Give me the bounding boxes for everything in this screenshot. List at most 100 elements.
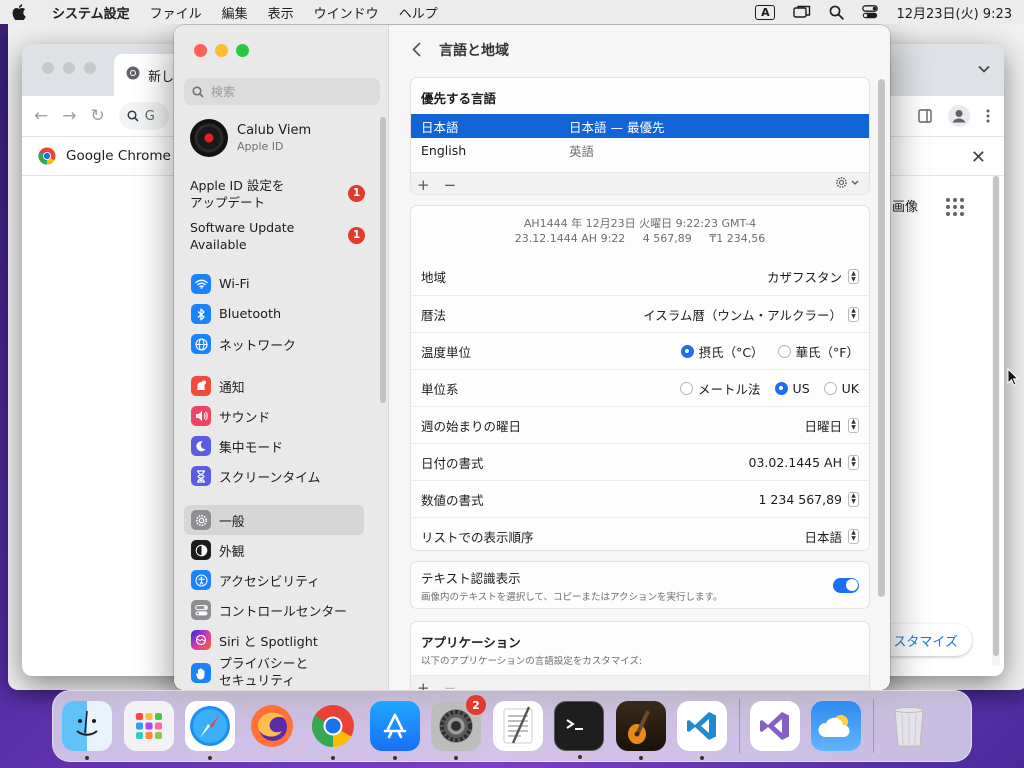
radio-label: UK [841, 380, 859, 396]
menu-help[interactable]: ヘルプ [389, 3, 448, 22]
zoom-button[interactable] [236, 44, 249, 57]
language-row-english[interactable]: English 英語 [411, 138, 869, 162]
minimize-button[interactable] [215, 44, 228, 57]
forward-arrow-icon[interactable]: → [62, 106, 76, 126]
sidebar-item-label: Siri と Spotlight [219, 634, 318, 650]
visual-studio-icon[interactable] [749, 701, 800, 751]
remove-application-button[interactable]: − [444, 679, 457, 691]
radio-indicator [823, 381, 837, 395]
input-source-indicator[interactable]: A [755, 4, 776, 20]
firefox-icon[interactable] [247, 701, 297, 751]
menu-view[interactable]: 表示 [258, 3, 304, 22]
add-application-button[interactable]: + [417, 679, 430, 691]
safari-icon[interactable] [185, 701, 235, 760]
dock: 2 [52, 690, 972, 762]
applications-card: アプリケーション 以下のアプリケーションの言語設定をカスタマイズ: + − [410, 621, 870, 690]
sidebar-item-screen-time[interactable]: スクリーンタイム [184, 461, 364, 491]
sidebar-item-bluetooth[interactable]: Bluetooth [184, 299, 364, 329]
vscode-icon[interactable] [677, 701, 727, 760]
radio-label: 華氏（°F） [795, 344, 859, 360]
control-center-icon[interactable] [862, 5, 879, 19]
sidebar-item-network[interactable]: ネットワーク [184, 329, 364, 359]
sidebar-item-label: 通知 [219, 380, 245, 396]
menu-app-name[interactable]: システム設定 [42, 3, 140, 22]
list-sort-value: 日本語 [804, 529, 842, 545]
chevron-down-icon[interactable] [978, 62, 990, 77]
metric-radio[interactable]: メートル法 [680, 379, 761, 398]
apple-id-account[interactable]: Calub Viem Apple ID [190, 119, 311, 157]
more-vert-icon[interactable] [986, 109, 990, 123]
omnibox[interactable]: G [118, 102, 169, 130]
live-text-label: テキスト認識表示 [421, 570, 521, 586]
garageband-icon[interactable] [615, 701, 666, 760]
up-down-chevron-icon: ▲ ▼ [848, 454, 859, 470]
close-button[interactable] [194, 44, 207, 57]
notification-badge: 1 [348, 227, 365, 244]
dock-separator [872, 699, 874, 753]
back-arrow-icon[interactable]: ← [34, 106, 48, 126]
uk-radio[interactable]: UK [823, 380, 859, 396]
apple-id-update-notice[interactable]: Apple ID 設定を アップデート 1 [190, 177, 365, 211]
sidebar-scrollbar[interactable] [380, 117, 386, 403]
trash-icon[interactable] [884, 701, 934, 751]
screen-mirroring-icon[interactable] [793, 5, 811, 19]
us-radio[interactable]: US [774, 381, 810, 396]
chrome-close-button[interactable] [42, 62, 54, 74]
calendar-popup[interactable]: イスラム暦（ウンム・アルクラー） ▲ ▼ [643, 305, 859, 324]
software-update-notice[interactable]: Software Update Available 1 [190, 219, 365, 253]
sidebar-item-general[interactable]: 一般 [184, 505, 364, 535]
side-panel-icon[interactable] [918, 109, 932, 123]
back-chevron-icon[interactable] [412, 38, 421, 62]
sidebar-item-control-center[interactable]: コントロールセンター [184, 595, 364, 625]
sidebar-search-field[interactable]: 検索 [184, 78, 380, 105]
weather-icon[interactable] [811, 701, 861, 751]
first-day-popup[interactable]: 日曜日 ▲ ▼ [804, 416, 859, 435]
spotlight-search-icon[interactable] [829, 5, 845, 20]
reload-icon[interactable]: ↻ [91, 106, 105, 126]
images-link[interactable]: 画像 [892, 196, 918, 215]
profile-icon[interactable] [948, 105, 970, 127]
close-icon[interactable]: ✕ [971, 147, 986, 168]
language-row-japanese[interactable]: 日本語 日本語 — 最優先 [411, 114, 869, 138]
live-text-description: 画像内のテキストを選択して、コピーまたはアクションを実行します。 [421, 591, 723, 603]
menu-file[interactable]: ファイル [140, 3, 212, 22]
sidebar-item-focus[interactable]: 集中モード [184, 431, 364, 461]
gear-icon [191, 510, 211, 530]
celsius-radio[interactable]: 摂氏（°C） [680, 342, 764, 361]
menu-window[interactable]: ウインドウ [304, 3, 389, 22]
finder-icon[interactable] [62, 701, 112, 760]
chrome-zoom-button[interactable] [84, 62, 96, 74]
fahrenheit-radio[interactable]: 華氏（°F） [777, 342, 859, 361]
radio-indicator [680, 381, 694, 395]
launchpad-icon[interactable] [123, 701, 174, 751]
system-settings-icon[interactable]: 2 [431, 695, 486, 760]
chrome-scrollbar[interactable] [992, 176, 1000, 666]
number-format-popup[interactable]: 1 234 567,89 ▲ ▼ [759, 491, 859, 507]
chrome-icon[interactable] [308, 701, 358, 760]
terminal-icon[interactable] [554, 701, 604, 759]
region-popup[interactable]: カザフスタン ▲ ▼ [767, 267, 859, 286]
detail-scrollbar[interactable] [878, 79, 885, 597]
menu-clock[interactable]: 12月23日(火) 9:23 [896, 3, 1012, 22]
sidebar-item-wifi[interactable]: Wi-Fi [184, 269, 364, 299]
sidebar-item-notifications[interactable]: 通知 [184, 371, 364, 401]
sidebar-item-sound[interactable]: サウンド [184, 401, 364, 431]
date-format-popup[interactable]: 03.02.1445 AH ▲ ▼ [749, 454, 859, 470]
menu-edit[interactable]: 編集 [212, 3, 258, 22]
apps-grid-icon[interactable] [946, 198, 964, 216]
live-text-toggle[interactable] [833, 577, 859, 593]
sidebar-item-accessibility[interactable]: アクセシビリティ [184, 565, 364, 595]
chrome-minimize-button[interactable] [63, 62, 75, 74]
add-language-button[interactable]: + [417, 176, 430, 194]
format-preview-numbers: 23.12.1444 AH 9:22 4 567,89 ₸1 234,56 [514, 232, 766, 245]
app-store-icon[interactable] [369, 701, 420, 760]
remove-language-button[interactable]: − [444, 176, 457, 194]
sidebar-item-siri-spotlight[interactable]: Siri と Spotlight [184, 625, 364, 655]
sidebar-item-appearance[interactable]: 外観 [184, 535, 364, 565]
apple-menu-icon[interactable] [12, 4, 42, 20]
list-sort-row: リストでの表示順序 日本語 ▲ ▼ [411, 517, 869, 550]
textedit-icon[interactable] [492, 701, 543, 751]
list-sort-popup[interactable]: 日本語 ▲ ▼ [804, 527, 859, 546]
language-options-menu[interactable] [835, 176, 859, 189]
sidebar-item-privacy-security[interactable]: プライバシーと セキュリティ [184, 655, 364, 690]
